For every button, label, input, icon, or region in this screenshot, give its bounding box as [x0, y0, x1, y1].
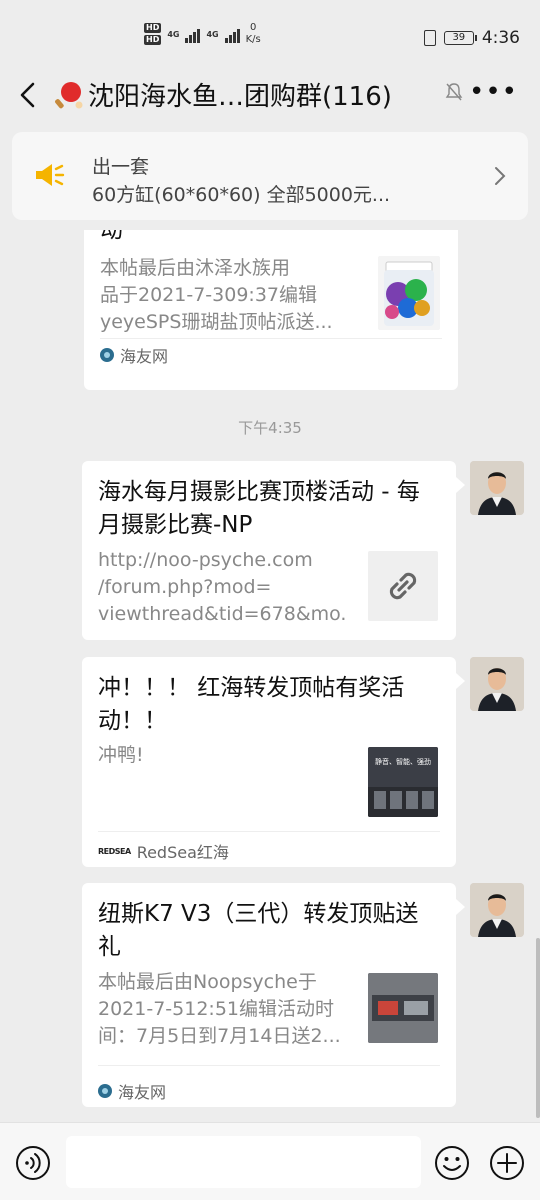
link-card-message[interactable]: 动 本帖最后由沐泽水族用 品于2021-7-309:37编辑 yeyeSPS珊瑚…	[84, 230, 458, 390]
card-thumbnail	[378, 256, 440, 330]
card-divider	[98, 1065, 440, 1066]
battery-level: 39	[452, 32, 466, 43]
card-source: REDSEA RedSea红海	[98, 839, 229, 863]
emoji-icon[interactable]	[434, 1145, 470, 1181]
network-label-1: 4G	[167, 29, 180, 39]
chat-title: 沈阳海水鱼…团购群(116)	[54, 76, 392, 113]
battery-icon: 39	[443, 31, 477, 45]
product-photo-image	[368, 973, 438, 1043]
input-bar	[0, 1122, 540, 1200]
source-icon	[98, 1084, 112, 1098]
status-left: HD HD 4G 4G 0 K/s	[144, 22, 261, 46]
chat-area[interactable]: 动 本帖最后由沐泽水族用 品于2021-7-309:37编辑 yeyeSPS珊瑚…	[0, 230, 540, 1122]
card-source: 海友网	[100, 343, 168, 367]
bubble-tail	[456, 477, 465, 493]
card-divider	[100, 338, 442, 339]
card-source: 海友网	[98, 1079, 166, 1103]
avatar[interactable]	[470, 883, 524, 937]
card-description: http://noo-psyche.com /forum.php?mod= vi…	[98, 549, 348, 625]
network-speed: 0 K/s	[246, 22, 261, 46]
link-card-message[interactable]: 冲！！！ 红海转发顶帖有奖活动！！ 冲鸭! 静音、智能、强劲 REDSEA Re…	[82, 657, 456, 867]
clock: 4:36	[481, 28, 520, 48]
message-timestamp: 下午4:35	[238, 419, 302, 437]
avatar-photo	[470, 883, 524, 937]
status-bar: HD HD 4G 4G 0 K/s 39 4:36	[0, 0, 540, 60]
message-input[interactable]	[66, 1136, 421, 1188]
avatar-photo	[470, 657, 524, 711]
bubble-tail	[456, 899, 465, 915]
avatar[interactable]	[470, 657, 524, 711]
signal-icon-2	[224, 25, 240, 43]
avatar-photo	[470, 461, 524, 515]
announcement-line-2: 60方缸(60*60*60) 全部5000元...	[92, 184, 391, 206]
mute-bell-icon	[445, 83, 463, 101]
vibrate-icon	[423, 30, 436, 46]
card-thumbnail: 静音、智能、强劲	[368, 747, 438, 817]
network-label-2: 4G	[206, 29, 219, 39]
card-description: 本帖最后由沐泽水族用 品于2021-7-309:37编辑 yeyeSPS珊瑚盐顶…	[100, 257, 333, 333]
more-icon[interactable]: •••	[469, 79, 518, 105]
speed-unit: K/s	[245, 34, 261, 45]
card-thumbnail	[368, 973, 438, 1043]
voice-icon[interactable]	[15, 1145, 51, 1181]
hd-indicator: HD HD	[144, 23, 162, 45]
status-right: 39 4:36	[423, 28, 520, 48]
ping-pong-icon	[55, 81, 83, 108]
hd-label-2: HD	[144, 35, 162, 45]
source-icon	[100, 348, 114, 362]
card-divider	[98, 831, 440, 832]
link-card-message[interactable]: 纽斯K7 V3（三代）转发顶贴送礼 本帖最后由Noopsyche于 2021-7…	[82, 883, 456, 1107]
plus-icon[interactable]	[489, 1145, 525, 1181]
hd-label-1: HD	[144, 23, 162, 33]
avatar[interactable]	[470, 461, 524, 515]
card-description: 冲鸭!	[98, 744, 144, 766]
source-name: 海友网	[118, 1083, 167, 1102]
card-thumbnail	[368, 551, 438, 621]
card-title: 冲！！！ 红海转发顶帖有奖活动！！	[98, 675, 405, 734]
header-actions: •••	[445, 79, 518, 105]
redsea-logo: REDSEA	[98, 846, 131, 856]
chevron-right-icon	[495, 167, 506, 185]
thumbnail-caption: 静音、智能、强劲	[375, 758, 431, 766]
speed-value: 0	[250, 22, 257, 33]
back-arrow-icon[interactable]	[16, 80, 40, 110]
link-card-message[interactable]: 海水每月摄影比赛顶楼活动 - 每月摄影比赛-NP http://noo-psyc…	[82, 461, 456, 640]
card-title: 海水每月摄影比赛顶楼活动 - 每月摄影比赛-NP	[98, 479, 420, 538]
chat-title-text: 沈阳海水鱼…团购群(116)	[88, 82, 392, 112]
group-announcement[interactable]: 出一套 60方缸(60*60*60) 全部5000元...	[12, 132, 528, 220]
speaker-icon	[36, 164, 65, 186]
bubble-tail	[456, 673, 465, 689]
signal-icon	[185, 25, 201, 43]
salt-bucket-image	[384, 261, 434, 326]
card-description: 本帖最后由Noopsyche于 2021-7-512:51编辑活动时 间：7月5…	[98, 971, 341, 1047]
card-title: 动	[100, 230, 123, 243]
chat-header: 沈阳海水鱼…团购群(116) •••	[0, 60, 540, 130]
announcement-line-1: 出一套	[92, 156, 150, 178]
link-icon	[389, 572, 417, 600]
scrollbar[interactable]	[536, 938, 540, 1118]
source-name: RedSea红海	[136, 843, 229, 862]
card-title: 纽斯K7 V3（三代）转发顶贴送礼	[98, 901, 419, 960]
source-name: 海友网	[120, 347, 169, 366]
